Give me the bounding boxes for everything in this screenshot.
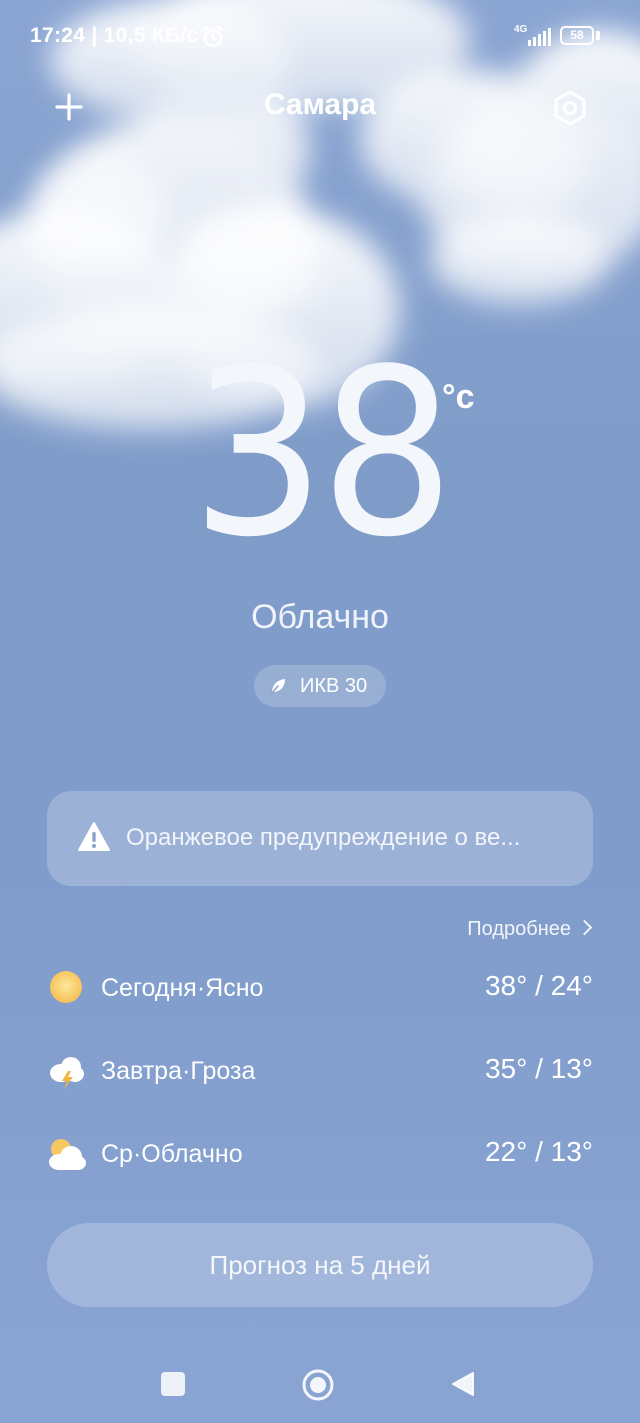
details-link-label: Подробнее <box>467 918 571 940</box>
system-navigation-bar <box>0 1350 640 1423</box>
current-temperature-block: 38 °c <box>0 340 640 580</box>
sun-icon <box>50 971 82 1003</box>
forecast-day-temps: 22° / 13° <box>484 1136 593 1167</box>
forecast-row-tomorrow[interactable]: Завтра·Гроза 35° / 13° <box>47 1045 593 1095</box>
details-link[interactable]: Подробнее <box>400 918 593 948</box>
five-day-forecast-button[interactable]: Прогноз на 5 дней <box>47 1223 593 1307</box>
forecast-day-label: Сегодня·Ясно <box>101 974 264 1002</box>
aqi-value: ИКВ 30 <box>300 675 368 697</box>
alert-text: Оранжевое предупреждение о ве... <box>126 824 521 851</box>
chevron-right-icon <box>576 919 593 936</box>
forecast-day-temps: 38° / 24° <box>484 970 593 1001</box>
current-condition: Облачно <box>251 598 389 636</box>
aqi-chip[interactable]: ИКВ 30 <box>254 665 386 707</box>
forecast-row-today[interactable]: Сегодня·Ясно 38° / 24° <box>47 962 593 1012</box>
alarm-icon <box>202 25 224 48</box>
status-bar: 17:24 | 10,5 КБ/с 4G 58 <box>0 0 640 72</box>
home-button[interactable] <box>301 1368 335 1402</box>
settings-icon[interactable] <box>548 86 592 130</box>
forecast-day-label: Завтра·Гроза <box>101 1057 256 1085</box>
back-button[interactable] <box>449 1370 477 1398</box>
city-title: Самара <box>263 88 377 121</box>
leaf-icon <box>270 679 285 695</box>
add-city-icon[interactable] <box>48 86 90 128</box>
thunderstorm-icon <box>50 1057 84 1089</box>
battery-tip <box>596 31 600 40</box>
partly-cloudy-icon <box>49 1139 86 1170</box>
current-temperature: 38 <box>190 321 455 588</box>
signal-icon <box>528 28 551 46</box>
forecast-day-label: Ср·Облачно <box>101 1140 243 1168</box>
forecast-day-temps: 35° / 13° <box>484 1053 593 1084</box>
battery-indicator: 58 <box>560 26 594 45</box>
recent-apps-button[interactable] <box>161 1372 185 1396</box>
warning-icon <box>78 822 110 851</box>
weather-alert-card[interactable]: Оранжевое предупреждение о ве... <box>47 791 593 886</box>
status-time: 17:24 | 10,5 КБ/с <box>30 24 199 47</box>
forecast-row-wednesday[interactable]: Ср·Облачно 22° / 13° <box>47 1128 593 1178</box>
temperature-unit: °c <box>442 378 475 416</box>
